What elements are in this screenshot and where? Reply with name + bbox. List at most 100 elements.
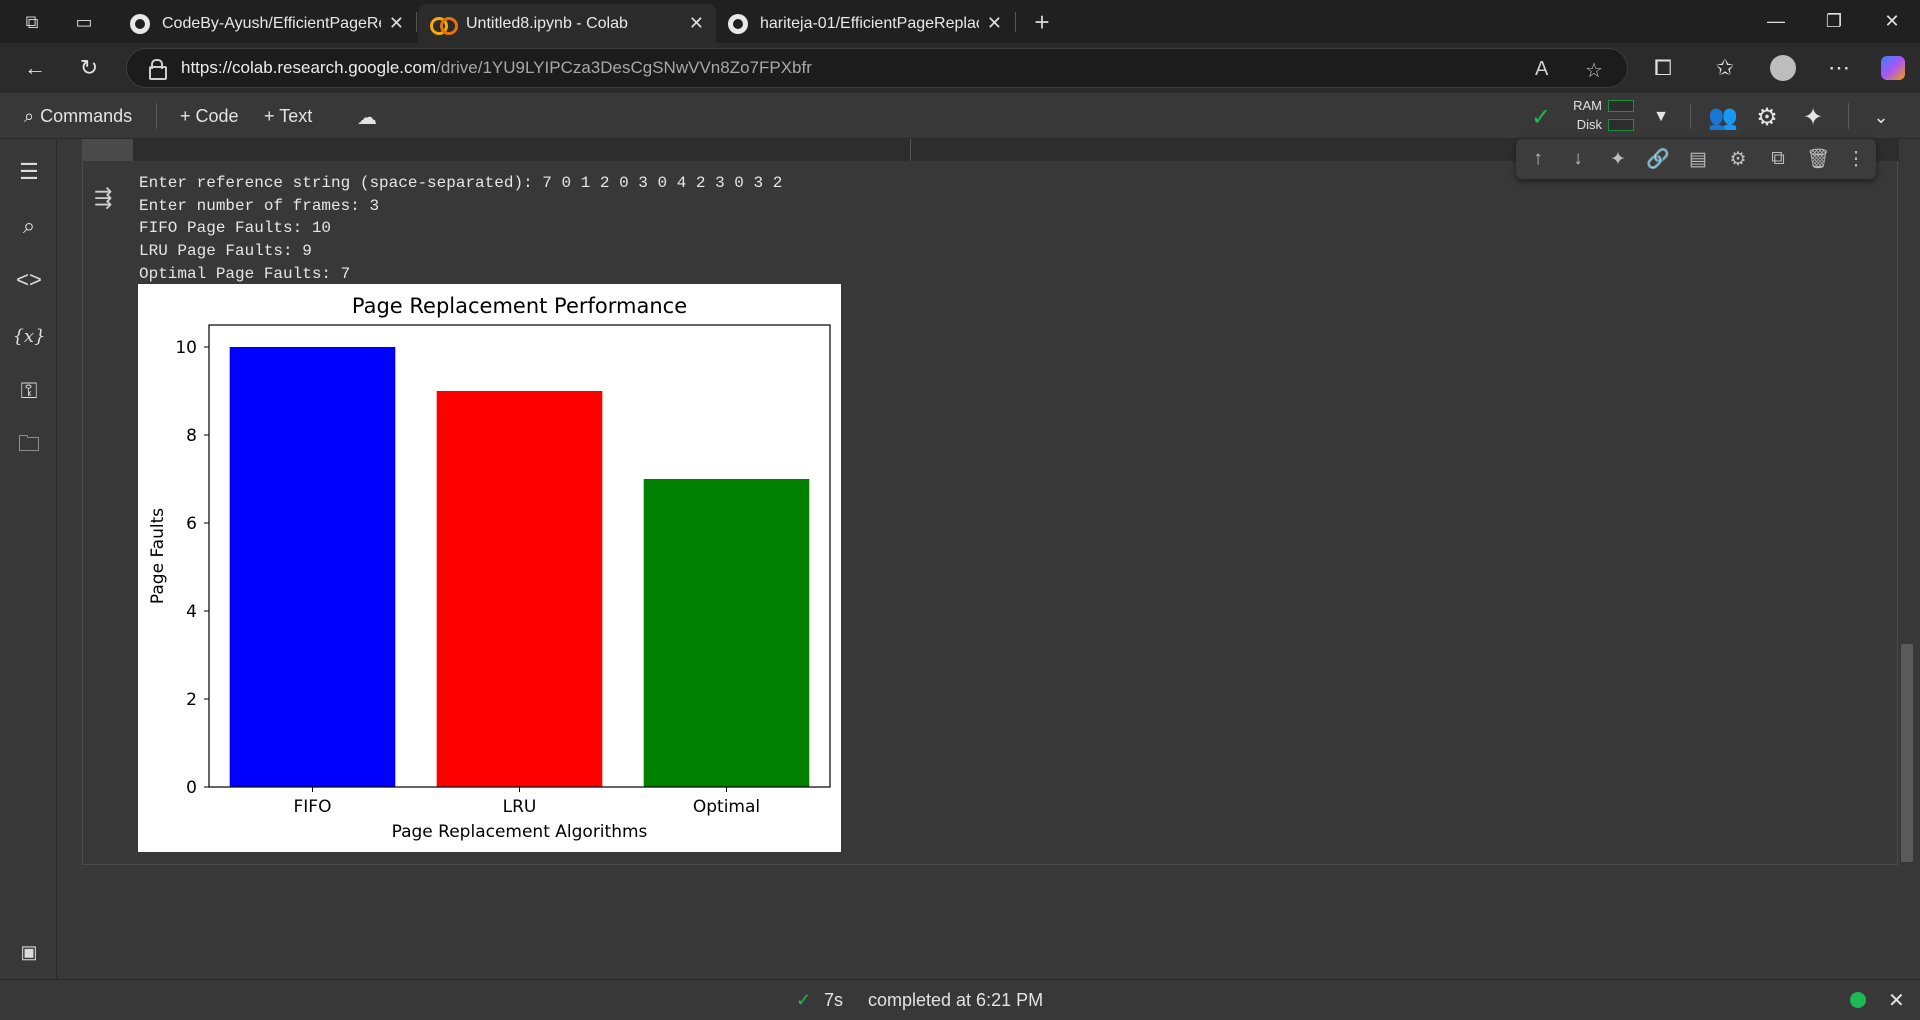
resource-labels[interactable]: RAM Disk [1568, 96, 1602, 134]
more-options-icon[interactable]: ⋯ [1824, 53, 1854, 83]
close-tab-icon[interactable]: ✕ [987, 13, 1002, 34]
address-bar[interactable]: https://colab.research.google.com/drive/… [126, 48, 1628, 88]
y-tick-label: 8 [186, 426, 197, 446]
cell-output-text: Enter reference string (space-separated)… [139, 172, 782, 286]
copilot-icon[interactable] [1878, 53, 1908, 83]
bar-lru [436, 391, 603, 787]
bar-fifo [229, 347, 396, 787]
github-icon [130, 13, 150, 34]
collapse-chevron-icon[interactable]: ⌄ [1866, 102, 1896, 132]
y-tick-label: 2 [186, 690, 197, 710]
output-line: LRU Page Faults: 9 [139, 242, 312, 261]
y-axis-label: Page Faults [148, 508, 168, 604]
extensions-icon[interactable]: ⧠ [1648, 53, 1678, 83]
close-tab-icon[interactable]: ✕ [389, 13, 404, 34]
favorite-star-icon[interactable]: ☆ [1585, 58, 1603, 83]
tab-title: hariteja-01/EfficientPageReplacem [760, 14, 979, 32]
share-people-icon[interactable]: 👥 [1708, 102, 1738, 132]
reload-icon[interactable]: ↻ [74, 53, 104, 83]
tab-title: Untitled8.ipynb - Colab [466, 14, 628, 32]
y-tick-label: 10 [175, 338, 197, 358]
tab-github-1[interactable]: CodeBy-Ayush/EfficientPageRepla ✕ [118, 4, 416, 43]
move-down-icon[interactable]: ↓ [1564, 145, 1592, 173]
comment-icon[interactable]: ▤ [1684, 145, 1712, 173]
cell-run-gutter[interactable] [83, 139, 133, 161]
cell-settings-icon[interactable]: ⚙ [1724, 145, 1752, 173]
disk-label: Disk [1576, 117, 1602, 132]
delete-icon[interactable]: 🗑 [1804, 145, 1832, 173]
x-tick-label: Optimal [693, 797, 760, 817]
bar-chart: Page Replacement Performance FIFO LRU Optim… [138, 284, 841, 852]
new-tab-button[interactable]: + [1028, 7, 1056, 37]
output-line: Enter reference string (space-separated)… [139, 174, 783, 192]
toolbar-divider [1848, 103, 1849, 129]
close-window-icon[interactable]: ✕ [1872, 6, 1912, 36]
more-vert-icon[interactable]: ⋮ [1842, 145, 1870, 173]
toolbar-divider [1690, 103, 1691, 129]
add-text-button[interactable]: + Text [264, 103, 312, 129]
cell-toolbar: ↑ ↓ ✦ 🔗 ▤ ⚙ ⧉ 🗑 ⋮ [1516, 139, 1876, 179]
scrollbar-thumb[interactable] [1901, 644, 1913, 862]
bar-optimal [643, 479, 810, 787]
lock-icon [149, 59, 167, 80]
execution-status-text: completed at 6:21 PM [868, 990, 1044, 1010]
browser-nav-bar: ← ↻ https://colab.research.google.com/dr… [0, 43, 1920, 93]
colab-toolbar: ⌕ Commands + Code + Text ☁ ✓ RAM Disk ▼ … [0, 93, 1920, 139]
workspaces-icon[interactable]: ⧉ [18, 8, 46, 36]
chart-svg: Page Replacement Performance FIFO LRU Optim… [148, 294, 831, 842]
terminal-icon[interactable]: ▣ [14, 937, 44, 967]
browser-tab-strip: ⧉ ▭ CodeBy-Ayush/EfficientPageRepla ✕ Un… [0, 0, 1920, 43]
runtime-dropdown-icon[interactable]: ▼ [1646, 102, 1676, 132]
tab-title: CodeBy-Ayush/EfficientPageRepla [162, 14, 381, 32]
github-icon [728, 13, 748, 34]
table-of-contents-icon[interactable]: ☰ [14, 157, 44, 187]
y-tick-label: 0 [186, 778, 197, 798]
link-icon[interactable]: 🔗 [1644, 145, 1672, 173]
y-tick-label: 6 [186, 514, 197, 534]
x-tick-label: LRU [503, 797, 537, 817]
tab-github-2[interactable]: hariteja-01/EfficientPageReplacem ✕ [716, 4, 1014, 43]
toolbar-divider [156, 103, 157, 129]
cell-code-area[interactable] [83, 139, 911, 161]
x-axis-label: Page Replacement Algorithms [392, 822, 648, 842]
close-tab-icon[interactable]: ✕ [689, 13, 704, 34]
x-tick-label: FIFO [294, 797, 332, 817]
output-actions-icon[interactable]: ⇶ [94, 185, 124, 215]
tab-divider [416, 12, 417, 32]
search-icon: ⌕ [24, 105, 35, 126]
output-line: Enter number of frames: 3 [139, 196, 380, 215]
url-host: https://colab.research.google.com [181, 58, 437, 77]
output-line: Optimal Page Faults: 7 [139, 264, 351, 283]
chart-title: Page Replacement Performance [352, 294, 687, 318]
settings-gear-icon[interactable]: ⚙ [1752, 102, 1782, 132]
profile-avatar-icon[interactable] [1768, 53, 1798, 83]
commands-label: Commands [40, 105, 133, 126]
files-folder-icon[interactable]: 🗀 [14, 431, 44, 461]
variables-icon[interactable]: {x} [12, 321, 45, 351]
secrets-key-icon[interactable]: ⚿ [14, 376, 44, 406]
tab-actions-icon[interactable]: ▭ [70, 8, 98, 36]
execution-duration: 7s [824, 990, 844, 1010]
add-code-button[interactable]: + Code [180, 103, 239, 129]
read-aloud-icon[interactable]: A [1535, 58, 1548, 81]
colab-icon [430, 16, 458, 35]
back-icon[interactable]: ← [20, 53, 50, 83]
favorites-icon[interactable]: ✩ [1710, 53, 1740, 83]
mirror-cell-icon[interactable]: ⧉ [1764, 145, 1792, 173]
minimize-icon[interactable]: — [1756, 6, 1796, 36]
move-up-icon[interactable]: ↑ [1524, 145, 1552, 173]
find-replace-icon[interactable]: ⌕ [14, 211, 44, 241]
tab-colab[interactable]: Untitled8.ipynb - Colab ✕ [418, 4, 716, 43]
gemini-sparkle-icon[interactable]: ✦ [1798, 102, 1828, 132]
left-sidebar: ☰ ⌕ <> {x} ⚿ 🗀 ▣ [0, 139, 57, 979]
commands-button[interactable]: ⌕ Commands [24, 103, 132, 129]
gemini-sparkle-icon[interactable]: ✦ [1604, 145, 1632, 173]
y-tick-label: 4 [186, 602, 197, 622]
code-snippets-icon[interactable]: <> [14, 265, 44, 295]
connection-status-dot [1850, 992, 1866, 1008]
output-line: FIFO Page Faults: 10 [139, 219, 332, 238]
cloud-save-icon[interactable]: ☁ [352, 102, 382, 132]
restore-icon[interactable]: ❐ [1814, 6, 1854, 36]
close-status-icon[interactable]: ✕ [1888, 988, 1905, 1013]
status-bar: ✓ 7s completed at 6:21 PM ✕ [0, 979, 1920, 1020]
